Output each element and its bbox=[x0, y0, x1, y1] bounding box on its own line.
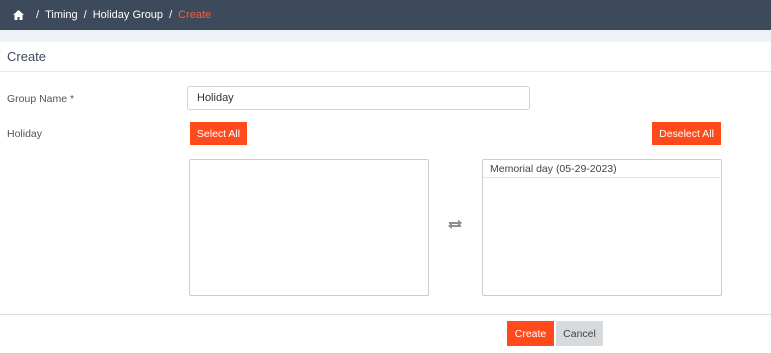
breadcrumb-timing[interactable]: Timing bbox=[45, 9, 78, 21]
holiday-label: Holiday bbox=[7, 128, 43, 140]
home-icon[interactable] bbox=[13, 10, 24, 20]
group-name-label: Group Name * bbox=[7, 93, 75, 105]
breadcrumb-holiday-group[interactable]: Holiday Group bbox=[93, 9, 163, 21]
group-name-input[interactable] bbox=[187, 86, 530, 110]
breadcrumb-separator: / bbox=[36, 9, 40, 21]
footer-divider bbox=[0, 314, 771, 315]
page-title: Create bbox=[0, 42, 771, 72]
deselect-all-button[interactable]: Deselect All bbox=[652, 122, 721, 145]
breadcrumb-separator: / bbox=[83, 9, 87, 21]
breadcrumb-current: Create bbox=[178, 9, 212, 21]
list-item[interactable]: Memorial day (05-29-2023) bbox=[483, 160, 721, 178]
swap-arrows-icon bbox=[448, 219, 462, 229]
available-holidays-list[interactable] bbox=[189, 159, 429, 296]
select-all-button[interactable]: Select All bbox=[190, 122, 247, 145]
breadcrumb-separator: / bbox=[169, 9, 173, 21]
selected-holidays-list[interactable]: Memorial day (05-29-2023) bbox=[482, 159, 722, 296]
breadcrumb: / Timing / Holiday Group / Create bbox=[0, 0, 771, 30]
page-background-band bbox=[0, 30, 771, 42]
cancel-button[interactable]: Cancel bbox=[556, 321, 603, 346]
create-button[interactable]: Create bbox=[507, 321, 554, 346]
